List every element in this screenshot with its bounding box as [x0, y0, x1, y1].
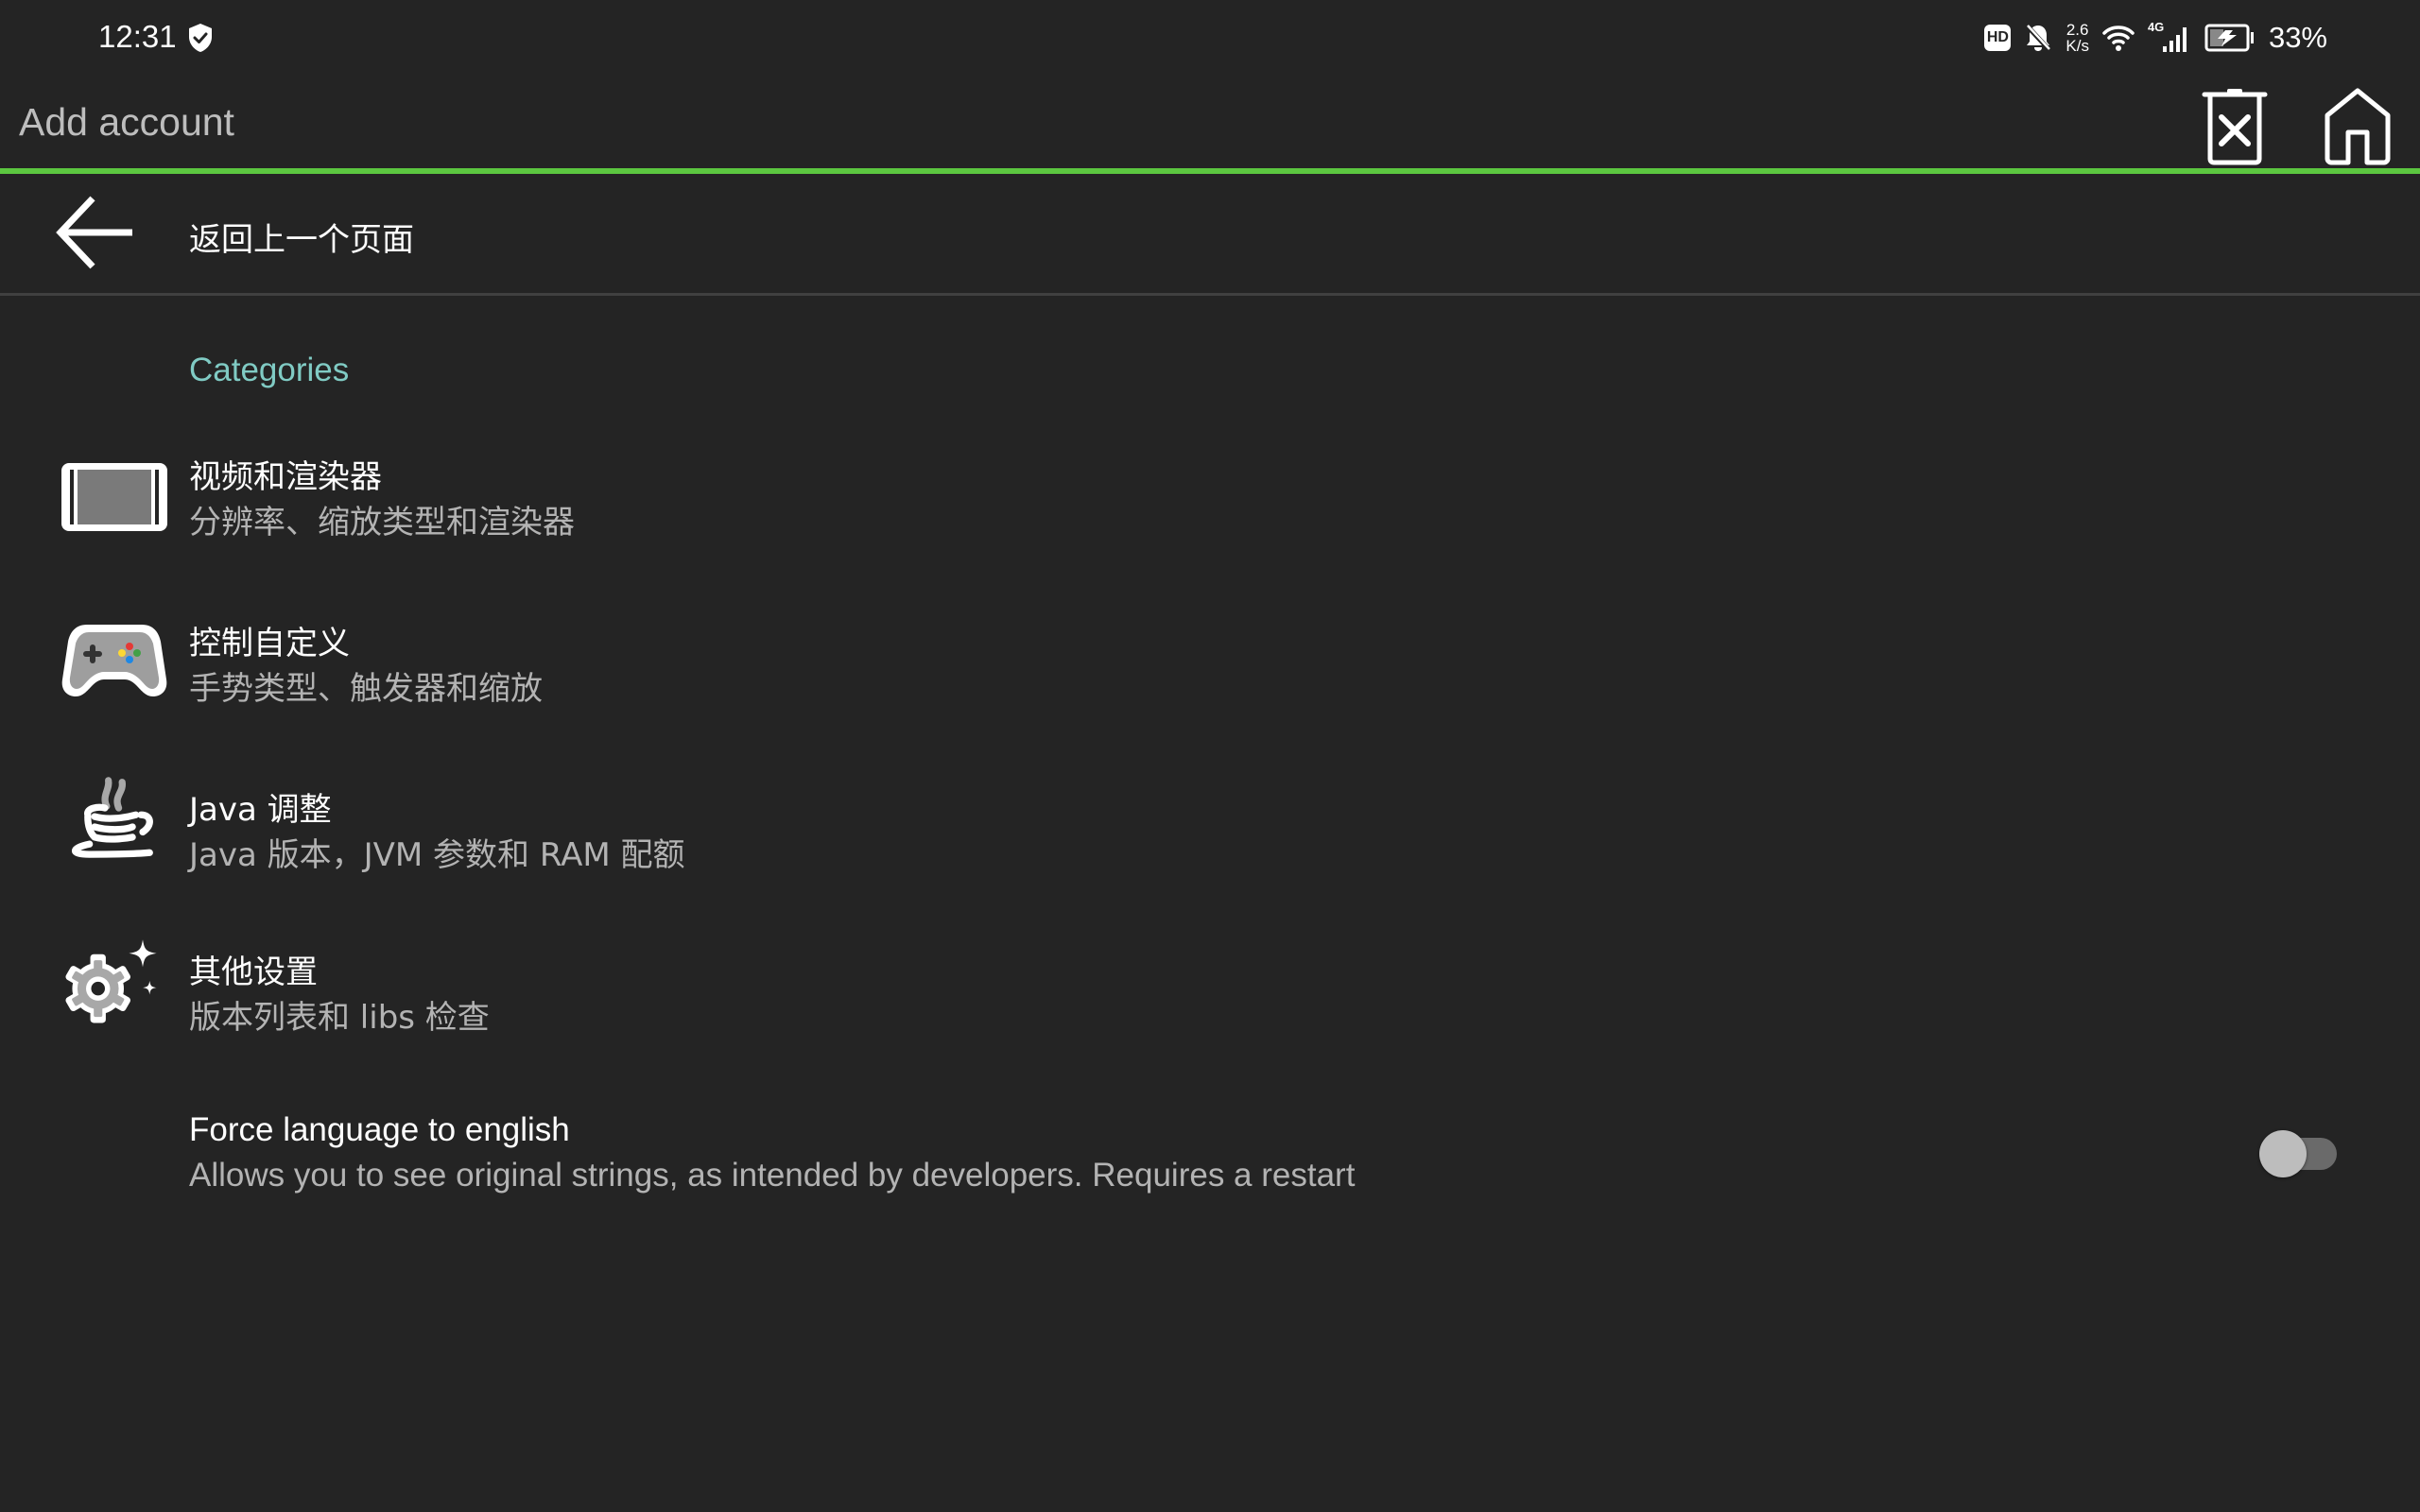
item-title: 视频和渲染器	[189, 458, 382, 496]
item-subtitle: 手势类型、触发器和缩放	[189, 670, 543, 708]
settings-item-java[interactable]: Java 调整 Java 版本，JVM 参数和 RAM 配额	[0, 759, 2420, 901]
status-icons: HD 2.6 K/s 4G 33%	[1984, 17, 2327, 59]
speed-unit: K/s	[2066, 37, 2089, 55]
item-subtitle: 分辨率、缩放类型和渲染器	[189, 504, 575, 541]
hd-icon: HD	[1984, 25, 2012, 51]
status-time: 12:31	[98, 19, 177, 54]
app-title: Add account	[19, 100, 234, 144]
item-title: 其他设置	[189, 954, 318, 991]
battery-charging-icon	[2204, 24, 2254, 52]
item-title: Java 调整	[189, 791, 332, 829]
bell-off-icon	[2025, 24, 2052, 52]
home-button[interactable]	[2322, 87, 2394, 166]
network-type: 4G	[2147, 20, 2165, 34]
switch-thumb	[2259, 1130, 2307, 1177]
battery-percentage: 33%	[2268, 21, 2327, 54]
speed-value: 2.6	[2066, 21, 2089, 39]
delete-icon	[2202, 89, 2268, 165]
network-speed: 2.6 K/s	[2066, 22, 2089, 54]
force-english-switch[interactable]	[2256, 1125, 2341, 1181]
arrow-left-icon[interactable]	[55, 195, 134, 270]
item-title: 控制自定义	[189, 625, 350, 662]
video-screen-icon	[61, 463, 167, 531]
delete-button[interactable]	[2201, 87, 2269, 166]
item-subtitle: Allows you to see original strings, as i…	[189, 1157, 1356, 1194]
category-header: Categories	[189, 352, 350, 388]
home-icon	[2325, 88, 2391, 165]
gamepad-icon	[61, 625, 167, 696]
item-title: Force language to english	[189, 1111, 570, 1148]
shield-check-icon	[189, 24, 212, 52]
settings-item-force-english[interactable]: Force language to english Allows you to …	[0, 1087, 2420, 1228]
back-label: 返回上一个页面	[189, 221, 414, 259]
item-subtitle: Java 版本，JVM 参数和 RAM 配额	[189, 836, 685, 874]
settings-item-other[interactable]: 其他设置 版本列表和 libs 检查	[0, 923, 2420, 1065]
divider	[0, 293, 2420, 296]
cellular-signal-icon: 4G	[2147, 20, 2191, 54]
gear-sparkle-icon	[65, 939, 157, 1023]
settings-item-video[interactable]: 视频和渲染器 分辨率、缩放类型和渲染器	[0, 430, 2420, 572]
item-subtitle: 版本列表和 libs 检查	[189, 999, 490, 1037]
settings-item-controls[interactable]: 控制自定义 手势类型、触发器和缩放	[0, 594, 2420, 736]
java-cup-icon	[72, 777, 153, 858]
wifi-icon	[2102, 26, 2135, 51]
